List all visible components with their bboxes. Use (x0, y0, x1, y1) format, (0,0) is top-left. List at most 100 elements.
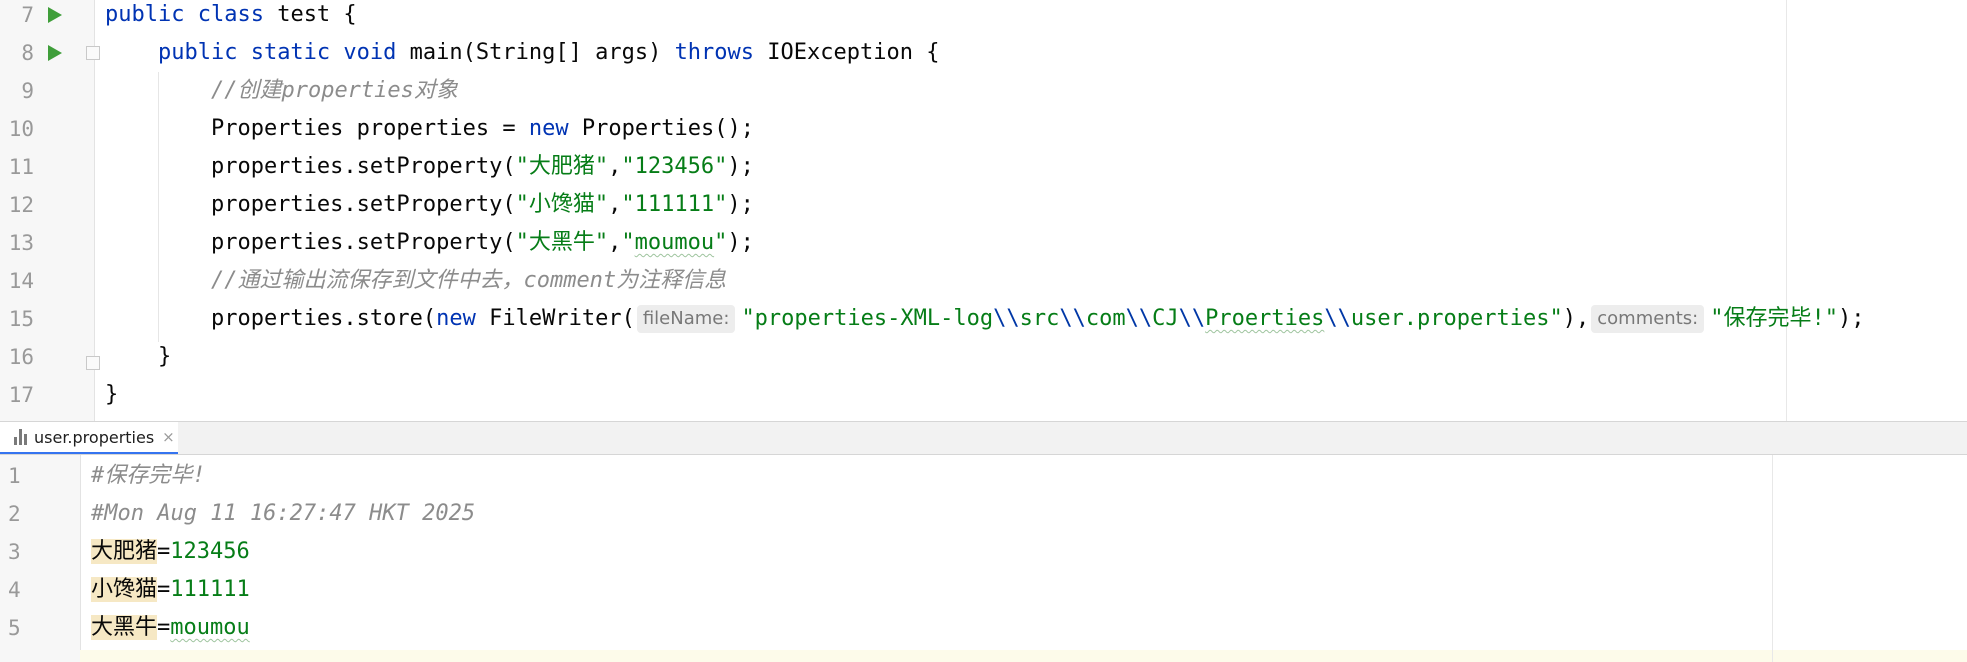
code-token: , (608, 154, 622, 179)
line-gutter: 1 2 3 4 5 (0, 455, 81, 662)
code-token: src (1019, 306, 1060, 331)
code-token: test { (263, 2, 357, 27)
code-line[interactable]: #Mon Aug 11 16:27:47 HKT 2025 (91, 495, 475, 533)
code-token: , (608, 230, 622, 255)
code-token: com (1085, 306, 1126, 331)
properties-editor[interactable]: 1 2 3 4 5 #保存完毕! #Mon Aug 11 16:27:47 HK… (0, 455, 1967, 662)
line-number: 4 (8, 578, 21, 602)
line-number: 11 (8, 155, 34, 179)
code-line[interactable]: Properties properties = new Properties()… (105, 110, 754, 148)
code-line[interactable]: properties.setProperty("大肥猪","123456"); (105, 148, 754, 186)
code-token: ); (727, 192, 754, 217)
code-token: "保存完毕!" (1710, 306, 1838, 331)
code-token: public class (105, 2, 264, 27)
code-line[interactable]: public class test { (105, 0, 357, 34)
line-number: 8 (21, 41, 34, 65)
code-token: \\ (1059, 306, 1086, 331)
line-number: 5 (8, 616, 21, 640)
current-line-highlight (80, 650, 1967, 662)
code-editor[interactable]: 7 8 9 10 11 12 13 14 15 16 17 public cla… (0, 0, 1967, 421)
code-token: \\ (993, 306, 1020, 331)
line-number: 9 (21, 79, 34, 103)
code-token: //通过输出流保存到文件中去，comment为注释信息 (210, 268, 727, 293)
run-main-icon[interactable] (48, 45, 62, 61)
code-line[interactable]: } (105, 338, 171, 376)
code-token: properties.store( (105, 306, 437, 331)
code-token: properties.setProperty( (105, 154, 516, 179)
tab-label: user.properties (34, 427, 155, 447)
code-token: properties.setProperty( (105, 230, 516, 255)
code-token: = (157, 577, 171, 602)
code-token: Proerties (1205, 306, 1325, 331)
line-number: 16 (8, 345, 34, 369)
code-token: "111111" (621, 192, 728, 217)
code-line[interactable]: //创建properties对象 (105, 72, 458, 110)
code-token: = (157, 615, 171, 640)
editor-tab-bar: user.properties × (0, 421, 1967, 455)
code-token: } (105, 344, 172, 369)
code-token: properties.setProperty( (105, 192, 516, 217)
code-token: throws (674, 40, 755, 65)
code-token: new (528, 116, 569, 141)
parameter-hint: fileName: (636, 305, 736, 333)
parameter-hint: comments: (1591, 305, 1705, 333)
code-token: public static void (157, 40, 397, 65)
code-token: } (105, 382, 119, 407)
run-class-icon[interactable] (48, 7, 62, 23)
right-margin-guide (1772, 455, 1773, 662)
code-token: "123456" (621, 154, 728, 179)
code-token: " (714, 230, 728, 255)
line-number: 3 (8, 540, 21, 564)
code-token: #Mon Aug 11 16:27:47 HKT 2025 (91, 501, 476, 526)
code-line[interactable]: #保存完毕! (91, 457, 206, 495)
code-line[interactable]: 小馋猫=111111 (91, 571, 250, 609)
code-line[interactable]: 大黑牛=moumou (91, 609, 250, 647)
code-token: #保存完毕! (91, 463, 206, 488)
code-line[interactable]: //通过输出流保存到文件中去，comment为注释信息 (105, 262, 726, 300)
code-token: " (621, 230, 635, 255)
code-token: CJ (1152, 306, 1179, 331)
code-token: //创建properties对象 (210, 78, 458, 103)
code-line[interactable]: } (105, 376, 118, 414)
line-number: 17 (8, 383, 34, 407)
code-token: "小馋猫" (515, 192, 609, 217)
code-token: "properties-XML-log (741, 306, 994, 331)
code-line[interactable]: properties.setProperty("小馋猫","111111"); (105, 186, 754, 224)
code-token: \\ (1324, 306, 1351, 331)
code-line[interactable]: public static void main(String[] args) t… (105, 34, 940, 72)
line-number: 10 (8, 117, 34, 141)
code-token: \\ (1125, 306, 1153, 331)
tab-user-properties[interactable]: user.properties × (0, 422, 178, 454)
code-token: = (157, 539, 171, 564)
code-token: ), (1562, 306, 1590, 331)
code-token: 小馋猫 (91, 577, 158, 602)
code-token: "大黑牛" (515, 230, 609, 255)
code-line[interactable]: properties.store(new FileWriter(fileName… (105, 300, 1864, 338)
code-line[interactable]: 大肥猪=123456 (91, 533, 250, 571)
code-token: (String[] args) (462, 40, 675, 65)
code-token: user.properties" (1350, 306, 1563, 331)
code-token: FileWriter( (475, 306, 635, 331)
code-token: 111111 (170, 577, 250, 602)
code-line[interactable]: properties.setProperty("大黑牛","moumou"); (105, 224, 754, 262)
line-number: 7 (21, 3, 34, 27)
code-token: 大肥猪 (91, 539, 158, 564)
code-token: Properties properties = (105, 116, 529, 141)
fold-marker-icon[interactable] (86, 356, 100, 370)
line-number: 13 (8, 231, 34, 255)
code-token: "大肥猪" (515, 154, 609, 179)
code-token: moumou (634, 230, 715, 255)
code-token: Properties(); (568, 116, 755, 141)
code-token: 大黑牛 (91, 615, 158, 640)
code-token: , (608, 192, 622, 217)
close-icon[interactable]: × (162, 428, 175, 446)
code-token: main (396, 40, 463, 65)
code-token: new (436, 306, 476, 331)
properties-file-icon (14, 429, 28, 445)
fold-marker-icon[interactable] (86, 46, 100, 60)
line-gutter: 7 8 9 10 11 12 13 14 15 16 17 (0, 0, 100, 421)
code-token: ); (1837, 306, 1865, 331)
